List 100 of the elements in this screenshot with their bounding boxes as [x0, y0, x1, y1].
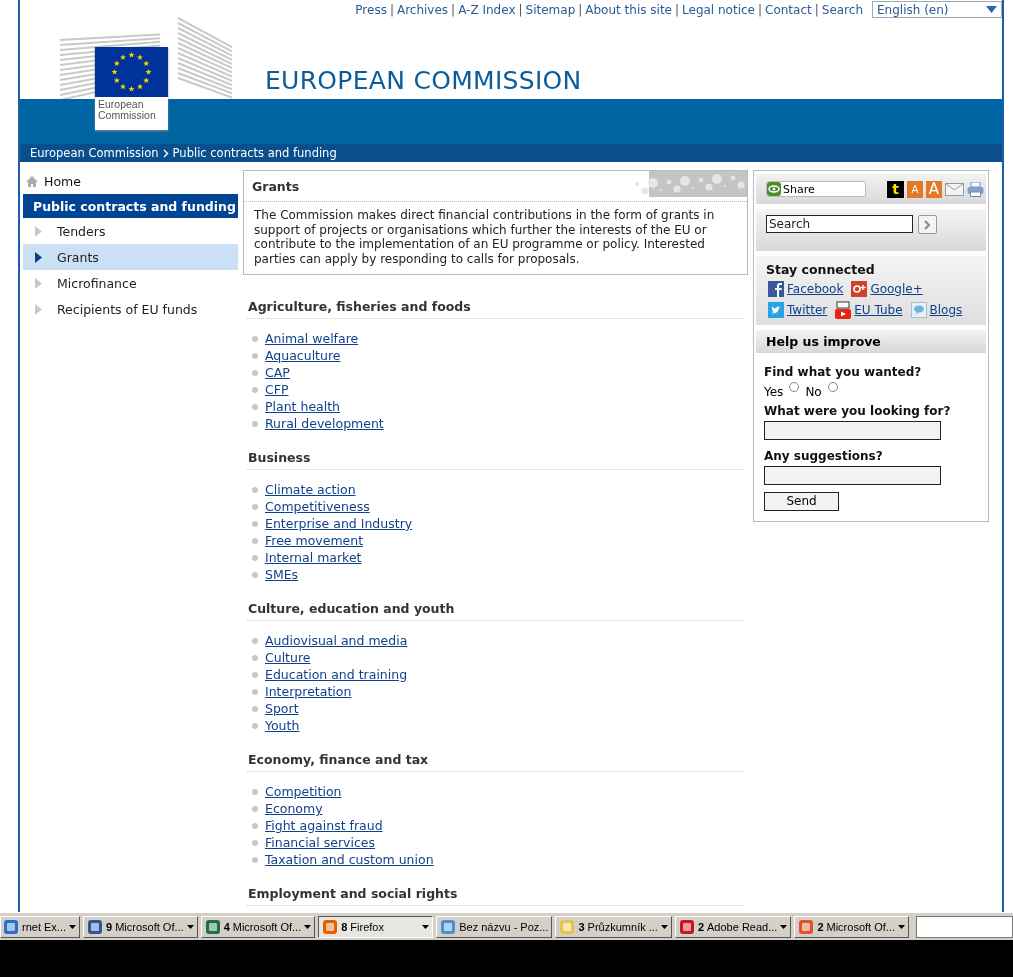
address-field[interactable]	[915, 915, 1013, 938]
google-plus-icon	[851, 281, 868, 297]
top-link[interactable]: Archives	[396, 2, 449, 17]
bullet-icon	[252, 503, 258, 510]
topic-link[interactable]: Audiovisual and media	[265, 633, 408, 648]
section-heading: Employment and social rights	[247, 878, 744, 906]
share-icon	[767, 182, 781, 196]
app-icon	[204, 918, 221, 935]
caret-icon	[986, 6, 997, 13]
link-separator: |	[518, 2, 523, 17]
topic-link[interactable]: Enterprise and Industry	[265, 516, 413, 531]
triangle-icon	[35, 277, 42, 289]
topic-link[interactable]: Youth	[265, 718, 300, 733]
speech-bubble-icon	[910, 302, 927, 318]
social-link[interactable]: Twitter	[787, 303, 828, 317]
bullet-icon	[252, 671, 258, 678]
panel-heading: Help us improve	[756, 330, 986, 353]
social-link[interactable]: EU Tube	[854, 303, 903, 317]
topic-link[interactable]: Fight against fraud	[265, 818, 383, 833]
topic-link[interactable]: Internal market	[265, 550, 362, 565]
breadcrumb-link[interactable]: European Commission	[30, 146, 159, 160]
topic-link[interactable]: Climate action	[265, 482, 356, 497]
app-icon	[559, 918, 576, 935]
section-heading: Business	[247, 442, 744, 470]
logo[interactable]: European Commission	[95, 47, 168, 130]
topic-link[interactable]: Education and training	[265, 667, 408, 682]
send-button[interactable]: Send	[764, 491, 839, 511]
social-link[interactable]: Facebook	[787, 282, 844, 296]
top-link[interactable]: A-Z Index	[458, 2, 516, 17]
share-button[interactable]: Share	[766, 181, 866, 197]
language-select[interactable]: English (en)	[872, 1, 1002, 18]
video-icon	[835, 301, 852, 319]
nav-item[interactable]: Grants	[23, 244, 238, 270]
t-button[interactable]: t	[887, 180, 904, 198]
topic-link[interactable]: Culture	[265, 650, 311, 665]
topic-link[interactable]: Economy	[265, 801, 323, 816]
breadcrumb-link[interactable]: Public contracts and funding	[172, 146, 337, 160]
topic-link[interactable]: Interpretation	[265, 684, 352, 699]
home-link[interactable]: Home	[44, 173, 81, 189]
app-icon	[322, 918, 339, 935]
taskbar-button[interactable]: 2 Adobe Read...	[674, 915, 792, 938]
search-field[interactable]: Search	[766, 215, 913, 233]
chevron-icon	[162, 148, 169, 158]
top-link[interactable]: Press	[355, 2, 387, 17]
bullet-icon	[252, 420, 258, 427]
taskbar-button[interactable]: rnet Ex...	[0, 915, 81, 938]
taskbar-button[interactable]: 9 Microsoft Of...	[83, 915, 198, 938]
app-icon	[798, 918, 815, 935]
top-link[interactable]: Legal notice	[682, 2, 755, 17]
topic-link[interactable]: Rural development	[265, 416, 384, 431]
bullet-icon	[252, 386, 258, 393]
topic-link[interactable]: CFP	[265, 382, 289, 397]
nav-section-header[interactable]: Public contracts and funding	[23, 194, 238, 218]
bullet-icon	[252, 805, 258, 812]
home-icon	[26, 175, 38, 187]
social-link[interactable]: Google+	[870, 282, 923, 296]
taskbar-button[interactable]: 8 Firefox	[318, 915, 434, 938]
topic-link[interactable]: Aquaculture	[265, 348, 341, 363]
question-label: Find what you wanted?	[764, 365, 923, 379]
bullet-icon	[252, 637, 258, 644]
app-icon	[678, 918, 695, 935]
radio-button[interactable]	[827, 382, 838, 392]
topic-link[interactable]: CAP	[265, 365, 290, 380]
topic-link[interactable]: Competitiveness	[265, 499, 370, 514]
logo-caption: European Commission	[97, 97, 157, 123]
top-link[interactable]: Contact	[765, 2, 812, 17]
topic-link[interactable]: Financial services	[265, 835, 375, 850]
taskbar-button[interactable]: 4 Microsoft Of...	[200, 915, 316, 938]
taskbar-button[interactable]: 3 Průzkumník ...	[555, 915, 672, 938]
top-link[interactable]: Search	[821, 2, 863, 17]
nav-item[interactable]: Microfinance	[23, 270, 238, 296]
envelope-icon[interactable]	[945, 182, 964, 196]
topic-link[interactable]: Free movement	[265, 533, 364, 548]
topic-link[interactable]: Animal welfare	[265, 331, 359, 346]
input-field[interactable]	[764, 466, 941, 485]
panel-heading: Stay connected	[766, 262, 876, 277]
taskbar-button[interactable]: Bez názvu - Poz...	[436, 915, 553, 938]
social-link[interactable]: Blogs	[929, 303, 963, 317]
topic-link[interactable]: Taxation and custom union	[265, 852, 434, 867]
bullet-icon	[252, 403, 258, 410]
printer-icon[interactable]	[967, 181, 984, 197]
bullet-icon	[252, 520, 258, 527]
search-button[interactable]	[918, 215, 937, 234]
bullet-icon	[252, 788, 258, 795]
top-link[interactable]: Sitemap	[525, 2, 576, 17]
question-label: What were you looking for?	[764, 404, 952, 418]
taskbar-button[interactable]: 2 Microsoft Of...	[794, 915, 909, 938]
bird-icon	[768, 302, 784, 318]
topic-link[interactable]: Sport	[265, 701, 299, 716]
app-icon	[3, 918, 19, 935]
input-field[interactable]	[764, 421, 941, 440]
top-link[interactable]: About this site	[585, 2, 672, 17]
nav-item[interactable]: Recipients of EU funds	[23, 296, 238, 322]
topic-link[interactable]: SMEs	[265, 567, 299, 582]
topic-link[interactable]: Competition	[265, 784, 342, 799]
link-separator: |	[389, 2, 394, 17]
topic-link[interactable]: Plant health	[265, 399, 341, 414]
nav-item[interactable]: Tenders	[23, 218, 238, 244]
radio-button[interactable]	[789, 382, 800, 392]
box-title: Grants	[252, 178, 300, 194]
